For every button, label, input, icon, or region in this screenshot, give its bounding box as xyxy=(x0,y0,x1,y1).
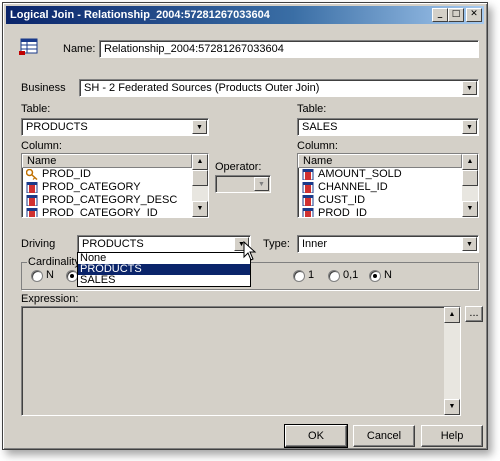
name-field[interactable]: Relationship_2004:57281267033604 xyxy=(99,40,479,58)
business-label: Business xyxy=(21,82,66,94)
close-button[interactable]: ✕ xyxy=(466,8,482,22)
cardinality-left-n-radio[interactable] xyxy=(31,270,43,282)
type-label: Type: xyxy=(263,238,290,250)
list-item[interactable]: PROD_ID xyxy=(22,168,208,181)
list-item[interactable]: PROD_CATEGORY_DESC xyxy=(22,194,208,207)
list-item[interactable]: AMOUNT_SOLD xyxy=(298,168,478,181)
left-table-label: Table: xyxy=(21,103,51,115)
right-column-header[interactable]: Name xyxy=(298,154,462,168)
column-icon xyxy=(302,208,314,217)
left-column-header[interactable]: Name xyxy=(22,154,192,168)
column-icon xyxy=(302,169,314,180)
list-item-label: CHANNEL_ID xyxy=(318,181,388,193)
driving-select-value: PRODUCTS xyxy=(82,238,144,250)
driving-label: Driving xyxy=(21,238,56,250)
left-table-select-value: PRODUCTS xyxy=(26,121,88,133)
business-select-value: SH - 2 Federated Sources (Products Outer… xyxy=(84,82,320,94)
list-item-label: PROD_CATEGORY xyxy=(42,181,141,193)
list-item-label: PROD_ID xyxy=(318,207,367,218)
scroll-up-icon[interactable]: ▲ xyxy=(462,154,478,170)
column-icon xyxy=(26,195,38,206)
chevron-down-icon[interactable]: ▼ xyxy=(192,120,207,134)
list-item[interactable]: CUST_ID xyxy=(298,194,478,207)
maximize-button[interactable]: □ xyxy=(448,8,464,22)
cancel-button[interactable]: Cancel xyxy=(353,425,415,447)
list-item[interactable]: PROD_CATEGORY xyxy=(22,181,208,194)
operator-label: Operator: xyxy=(215,161,262,173)
scroll-thumb[interactable] xyxy=(192,170,208,186)
type-select[interactable]: Inner ▼ xyxy=(297,235,479,253)
cardinality-right-1-label: 1 xyxy=(308,269,315,281)
expression-label: Expression: xyxy=(21,293,79,305)
left-column-label: Column: xyxy=(21,140,62,152)
driving-dropdown: None PRODUCTS SALES xyxy=(77,252,251,287)
right-column-label: Column: xyxy=(297,140,338,152)
left-table-select[interactable]: PRODUCTS ▼ xyxy=(21,118,209,136)
left-column-list[interactable]: Name PROD_ID PROD_CATEGORY PROD_CATEGORY… xyxy=(21,153,209,218)
list-item-label: CUST_ID xyxy=(318,194,366,206)
list-item-label: AMOUNT_SOLD xyxy=(318,168,402,180)
logical-join-dialog: Logical Join - Relationship_2004:5728126… xyxy=(2,2,488,450)
scroll-up-icon[interactable]: ▲ xyxy=(192,154,208,170)
right-table-label: Table: xyxy=(297,103,327,115)
cardinality-right-01-label: 0,1 xyxy=(343,269,359,281)
cardinality-right-n-label: N xyxy=(384,269,392,281)
chevron-down-icon[interactable]: ▼ xyxy=(254,177,269,191)
column-icon xyxy=(302,182,314,193)
scroll-up-icon[interactable]: ▲ xyxy=(444,307,460,323)
expression-builder-button[interactable]: ... xyxy=(465,306,483,322)
right-column-list[interactable]: Name AMOUNT_SOLD CHANNEL_ID CUST_ID PROD… xyxy=(297,153,479,218)
cardinality-label: Cardinality xyxy=(27,256,81,268)
list-item-label: PROD_CATEGORY_ID xyxy=(42,207,158,218)
help-button[interactable]: Help xyxy=(421,425,483,447)
chevron-down-icon[interactable]: ▼ xyxy=(462,81,477,95)
right-column-scrollbar[interactable]: ▲ ▼ xyxy=(462,154,478,217)
left-column-scrollbar[interactable]: ▲ ▼ xyxy=(192,154,208,217)
expression-scrollbar[interactable]: ▲ ▼ xyxy=(444,307,460,415)
cardinality-left-n-label: N xyxy=(46,269,54,281)
list-item-label: PROD_ID xyxy=(42,168,91,180)
list-item-label: PROD_CATEGORY_DESC xyxy=(42,194,178,206)
title-bar-buttons: _ □ ✕ xyxy=(432,8,482,22)
list-item[interactable]: CHANNEL_ID xyxy=(298,181,478,194)
driving-select[interactable]: PRODUCTS ▼ xyxy=(77,235,251,253)
chevron-down-icon[interactable]: ▼ xyxy=(462,237,477,251)
cardinality-right-01-radio[interactable] xyxy=(328,270,340,282)
dropdown-option-sales[interactable]: SALES xyxy=(78,275,250,286)
right-table-select-value: SALES xyxy=(302,121,338,133)
title-bar[interactable]: Logical Join - Relationship_2004:5728126… xyxy=(6,6,484,24)
minimize-button[interactable]: _ xyxy=(432,8,448,22)
chevron-down-icon[interactable]: ▼ xyxy=(462,120,477,134)
cardinality-right-n-radio[interactable] xyxy=(369,270,381,282)
scroll-down-icon[interactable]: ▼ xyxy=(444,399,460,415)
right-table-select[interactable]: SALES ▼ xyxy=(297,118,479,136)
business-select[interactable]: SH - 2 Federated Sources (Products Outer… xyxy=(79,79,479,97)
column-icon xyxy=(302,195,314,206)
cardinality-right-1-radio[interactable] xyxy=(293,270,305,282)
name-label: Name: xyxy=(63,43,96,55)
list-item[interactable]: PROD_ID xyxy=(298,207,478,218)
scroll-down-icon[interactable]: ▼ xyxy=(192,201,208,217)
window-title: Logical Join - Relationship_2004:5728126… xyxy=(10,9,270,21)
scroll-thumb[interactable] xyxy=(462,170,478,186)
ok-button[interactable]: OK xyxy=(284,424,348,448)
join-icon xyxy=(19,38,39,56)
column-icon xyxy=(26,208,38,217)
column-icon xyxy=(26,182,38,193)
expression-textarea[interactable]: ▲ ▼ xyxy=(21,306,461,416)
key-column-icon xyxy=(26,169,38,180)
list-item[interactable]: PROD_CATEGORY_ID xyxy=(22,207,208,218)
scroll-down-icon[interactable]: ▼ xyxy=(462,201,478,217)
type-select-value: Inner xyxy=(302,238,328,250)
operator-select[interactable]: ▼ xyxy=(215,175,271,193)
mouse-cursor-icon xyxy=(243,240,257,261)
